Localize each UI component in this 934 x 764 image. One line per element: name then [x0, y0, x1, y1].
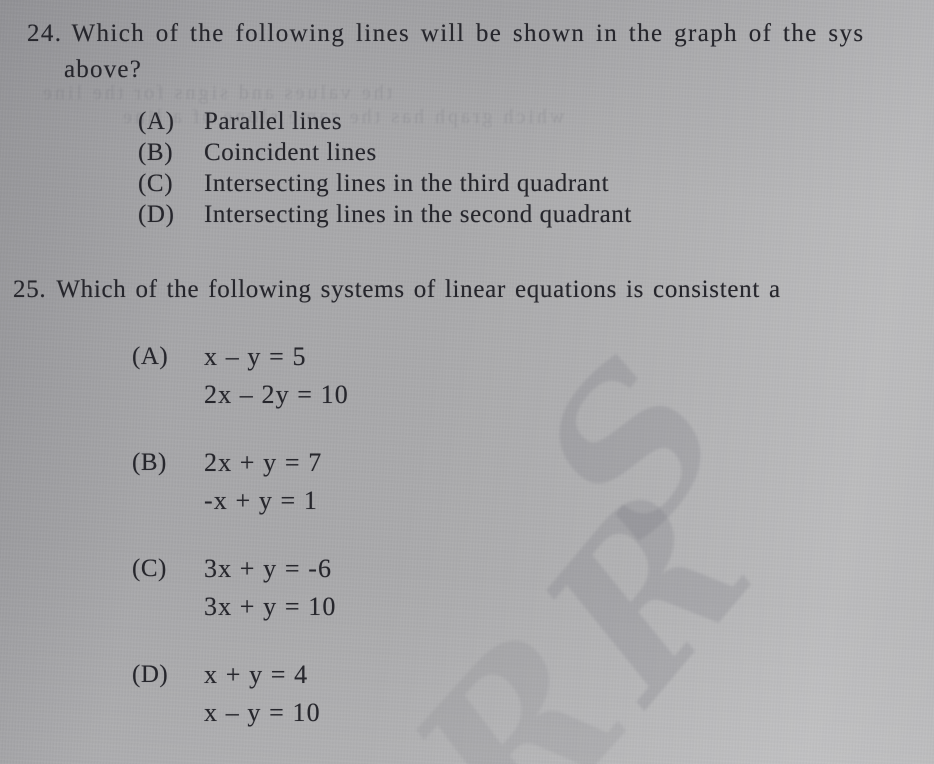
textbook-page-photo: the values and signs for the line which …	[0, 0, 934, 764]
option-b-tag: (B)	[138, 139, 174, 166]
option-c-equation-1: 3x + y = -6	[204, 554, 333, 583]
option-a-equation-1: x – y = 5	[204, 342, 307, 371]
question-25-text: Which of the following systems of linear…	[56, 276, 781, 303]
option-c-tag: (C)	[132, 555, 167, 582]
option-d-equation-2: x – y = 10	[204, 698, 321, 727]
question-24-option-b[interactable]: (B) Coincident lines	[138, 137, 934, 168]
question-24-options: (A) Parallel lines (B) Coincident lines …	[0, 106, 934, 230]
question-24-heading: 24. Which of the following lines will be…	[0, 20, 934, 48]
question-25-option-b[interactable]: (B) 2x + y = 7 -x + y = 1	[0, 444, 500, 520]
watermark-glyph-s: S	[495, 318, 770, 577]
option-d-label: Intersecting lines in the second quadran…	[204, 201, 632, 228]
option-d-tag: (D)	[132, 661, 169, 688]
question-25-heading: 25. Which of the following systems of li…	[0, 276, 934, 304]
option-a-equation-2: 2x – 2y = 10	[204, 380, 349, 409]
option-a-tag: (A)	[138, 108, 175, 135]
question-24-option-c[interactable]: (C) Intersecting lines in the third quad…	[138, 168, 934, 199]
option-d-equation-1: x + y = 4	[204, 660, 309, 689]
question-25-options: (A) x – y = 5 2x – 2y = 10 (B) 2x + y = …	[0, 338, 500, 762]
option-c-tag: (C)	[138, 170, 174, 197]
question-24-option-d[interactable]: (D) Intersecting lines in the second qua…	[138, 199, 934, 230]
question-25-option-c[interactable]: (C) 3x + y = -6 3x + y = 10	[0, 550, 500, 626]
question-25-option-a[interactable]: (A) x – y = 5 2x – 2y = 10	[0, 338, 500, 414]
question-25: 25. Which of the following systems of li…	[0, 276, 934, 727]
option-b-equation-2: -x + y = 1	[204, 486, 318, 515]
question-24-continuation: above?	[64, 56, 142, 83]
option-a-tag: (A)	[132, 343, 169, 370]
option-c-equation-2: 3x + y = 10	[204, 592, 337, 621]
option-c-label: Intersecting lines in the third quadrant	[204, 170, 610, 197]
option-b-tag: (B)	[132, 449, 167, 476]
question-25-option-d[interactable]: (D) x + y = 4 x – y = 10	[0, 656, 500, 732]
question-24: 24. Which of the following lines will be…	[0, 20, 934, 230]
option-b-label: Coincident lines	[204, 139, 377, 166]
option-b-equation-1: 2x + y = 7	[204, 448, 323, 477]
question-25-number: 25.	[13, 276, 47, 303]
option-d-tag: (D)	[138, 201, 175, 228]
question-24-number: 24.	[27, 20, 63, 47]
question-24-option-a[interactable]: (A) Parallel lines	[138, 106, 934, 137]
question-24-text: Which of the following lines will be sho…	[71, 20, 865, 47]
option-a-label: Parallel lines	[204, 108, 343, 135]
watermark-glyph-r: R	[496, 447, 798, 740]
